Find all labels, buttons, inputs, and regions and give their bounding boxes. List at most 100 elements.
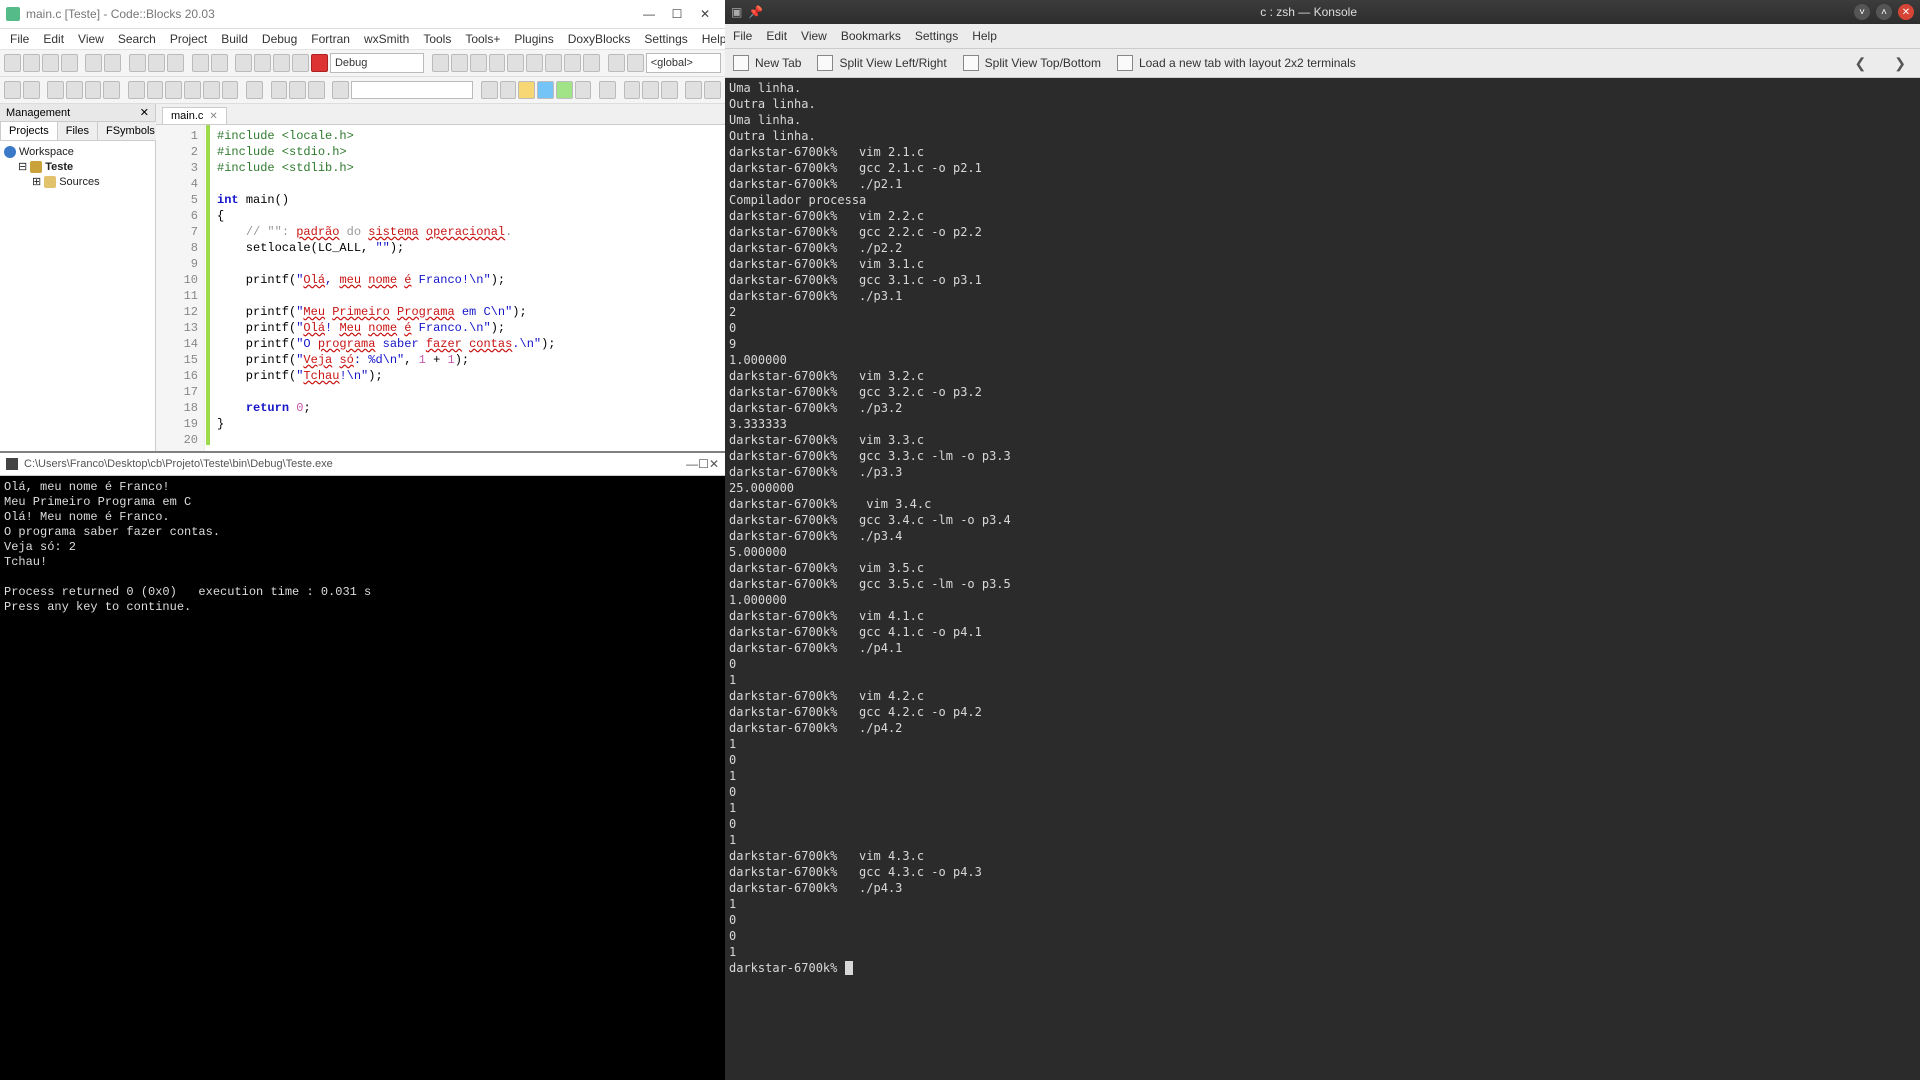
doxy-icon[interactable]	[128, 81, 145, 99]
abort-icon[interactable]	[311, 54, 328, 72]
menu-settings[interactable]: Settings	[638, 30, 693, 48]
project-tree[interactable]: Workspace ⊟Teste ⊞Sources	[0, 141, 155, 451]
open-icon[interactable]	[23, 54, 40, 72]
build-run-icon[interactable]	[273, 54, 290, 72]
konsole-menu-edit[interactable]: Edit	[766, 29, 787, 43]
save-icon[interactable]	[42, 54, 59, 72]
konsole-close-button[interactable]: ✕	[1898, 4, 1914, 20]
menu-toolsplus[interactable]: Tools+	[459, 30, 506, 48]
bookmark-prev-icon[interactable]	[66, 81, 83, 99]
panel3-icon[interactable]	[661, 81, 678, 99]
menu-build[interactable]: Build	[215, 30, 254, 48]
re-icon[interactable]	[599, 81, 616, 99]
new-tab-button[interactable]: New Tab	[733, 55, 801, 71]
close-tab-icon[interactable]: ✕	[209, 111, 217, 122]
split-tb-button[interactable]: Split View Top/Bottom	[963, 55, 1101, 71]
bookmark-icon[interactable]	[47, 81, 64, 99]
hl-next-icon[interactable]	[500, 81, 517, 99]
run-icon[interactable]	[254, 54, 271, 72]
console-close-button[interactable]: ✕	[709, 457, 719, 471]
file-tab-main-c[interactable]: main.c ✕	[162, 107, 227, 124]
console-output[interactable]: Olá, meu nome é Franco! Meu Primeiro Pro…	[0, 476, 725, 1080]
minimize-button[interactable]: —	[635, 4, 663, 24]
forward-icon[interactable]	[23, 81, 40, 99]
menu-view[interactable]: View	[72, 30, 110, 48]
jump-last-icon[interactable]	[308, 81, 325, 99]
konsole-menu-help[interactable]: Help	[972, 29, 997, 43]
tree-expand-icon[interactable]: ⊟	[18, 160, 27, 173]
menu-wxsmith[interactable]: wxSmith	[358, 30, 415, 48]
management-close-icon[interactable]: ✕	[140, 106, 149, 119]
run-to-cursor-icon[interactable]	[451, 54, 468, 72]
konsole-maximize-button[interactable]: ˄	[1876, 4, 1892, 20]
panel1-icon[interactable]	[624, 81, 641, 99]
find-icon[interactable]	[192, 54, 209, 72]
extra1-icon[interactable]	[685, 81, 702, 99]
next-tab-button[interactable]: ❯	[1888, 55, 1912, 72]
replace-icon[interactable]	[211, 54, 228, 72]
undo-icon[interactable]	[85, 54, 102, 72]
menu-plugins[interactable]: Plugins	[508, 30, 559, 48]
konsole-menu-view[interactable]: View	[801, 29, 827, 43]
hl-a-icon[interactable]	[518, 81, 535, 99]
console-maximize-button[interactable]: ☐	[698, 457, 709, 471]
menu-doxyblocks[interactable]: DoxyBlocks	[562, 30, 637, 48]
back-icon[interactable]	[4, 81, 21, 99]
select-tool-icon[interactable]	[246, 81, 263, 99]
scope-dropdown[interactable]: <global>	[646, 53, 721, 73]
code-editor[interactable]: 1234567891011121314151617181920 #include…	[156, 125, 725, 451]
save-all-icon[interactable]	[61, 54, 78, 72]
prev-tab-button[interactable]: ❮	[1849, 55, 1873, 72]
bookmark-next-icon[interactable]	[85, 81, 102, 99]
doxy2-icon[interactable]	[147, 81, 164, 99]
mgmt-tab-projects[interactable]: Projects	[0, 121, 58, 140]
doxy4-icon[interactable]	[184, 81, 201, 99]
terminal-output[interactable]: Uma linha. Outra linha. Uma linha. Outra…	[725, 78, 1920, 1080]
console-minimize-button[interactable]: —	[686, 457, 698, 471]
mgmt-tab-files[interactable]: Files	[57, 121, 98, 140]
hl-b-icon[interactable]	[537, 81, 554, 99]
build-icon[interactable]	[235, 54, 252, 72]
konsole-minimize-button[interactable]: ˅	[1854, 4, 1870, 20]
step-over-icon[interactable]	[470, 54, 487, 72]
menu-debug[interactable]: Debug	[256, 30, 303, 48]
bookmark-clear-icon[interactable]	[103, 81, 120, 99]
break-icon[interactable]	[564, 54, 581, 72]
new-file-icon[interactable]	[4, 54, 21, 72]
konsole-menu-settings[interactable]: Settings	[915, 29, 958, 43]
hl-prev-icon[interactable]	[481, 81, 498, 99]
extra2-icon[interactable]	[704, 81, 721, 99]
build-target-dropdown[interactable]: Debug	[330, 53, 424, 73]
hl-c-icon[interactable]	[556, 81, 573, 99]
mgmt-tab-fsymbols[interactable]: FSymbols	[97, 121, 164, 140]
hl-clear-icon[interactable]	[575, 81, 592, 99]
code-area[interactable]: #include <locale.h>#include <stdio.h>#in…	[211, 125, 725, 451]
next-instr-icon[interactable]	[526, 54, 543, 72]
maximize-button[interactable]: ☐	[663, 4, 691, 24]
redo-icon[interactable]	[104, 54, 121, 72]
tree-expand-icon[interactable]: ⊞	[32, 175, 41, 188]
debug-windows-icon[interactable]	[608, 54, 625, 72]
menu-edit[interactable]: Edit	[37, 30, 70, 48]
menu-fortran[interactable]: Fortran	[305, 30, 356, 48]
step-into-icon[interactable]	[489, 54, 506, 72]
panel2-icon[interactable]	[642, 81, 659, 99]
rebuild-icon[interactable]	[292, 54, 309, 72]
layout-2x2-button[interactable]: Load a new tab with layout 2x2 terminals	[1117, 55, 1356, 71]
konsole-menu-bookmarks[interactable]: Bookmarks	[841, 29, 901, 43]
doxy3-icon[interactable]	[165, 81, 182, 99]
menu-tools[interactable]: Tools	[417, 30, 457, 48]
pin-icon[interactable]: 📌	[748, 5, 763, 19]
step-out-icon[interactable]	[507, 54, 524, 72]
debug-start-icon[interactable]	[432, 54, 449, 72]
info-icon[interactable]	[627, 54, 644, 72]
konsole-menu-file[interactable]: File	[733, 29, 752, 43]
doxy5-icon[interactable]	[203, 81, 220, 99]
stop-debug-icon[interactable]	[583, 54, 600, 72]
search-input[interactable]	[351, 81, 473, 99]
paste-icon[interactable]	[167, 54, 184, 72]
menu-search[interactable]: Search	[112, 30, 162, 48]
menu-file[interactable]: File	[4, 30, 35, 48]
jump-fwd-icon[interactable]	[289, 81, 306, 99]
jump-back-icon[interactable]	[271, 81, 288, 99]
